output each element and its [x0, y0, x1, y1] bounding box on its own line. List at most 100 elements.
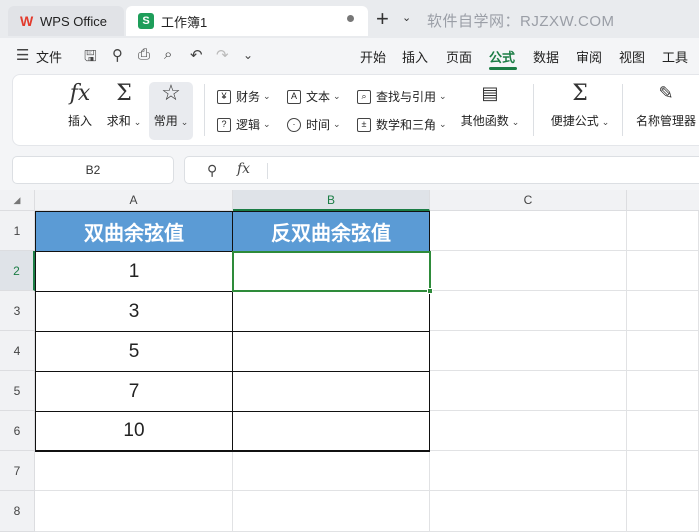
- cell-c7[interactable]: [430, 451, 627, 491]
- zoom-icon[interactable]: ⚲: [207, 162, 217, 179]
- row-header-5[interactable]: 5: [0, 371, 35, 411]
- quick-access-chevron-icon[interactable]: ⌄: [243, 48, 253, 62]
- insert-function-button[interactable]: fx 插入: [64, 80, 96, 129]
- cell-d3[interactable]: [627, 291, 699, 331]
- cell-b3[interactable]: [232, 291, 430, 332]
- cell-a7[interactable]: [35, 451, 233, 491]
- menu-insert[interactable]: 插入: [402, 47, 428, 66]
- sum-button[interactable]: Σ 求和 ⌄: [104, 80, 144, 129]
- time-button[interactable]: · 时间 ⌄: [287, 116, 341, 133]
- cell-d7[interactable]: [627, 451, 699, 491]
- ribbon-divider: [622, 84, 623, 136]
- menu-bar: ☰ 文件 🖫 ⚲ ⎙ ⌕ ↶ ↷ ⌄ 开始 插入 页面 公式 数据 审阅 视图 …: [0, 38, 699, 72]
- wps-logo-icon: W: [20, 13, 34, 29]
- row-header-3[interactable]: 3: [0, 291, 35, 331]
- cell-c1[interactable]: [430, 211, 627, 251]
- select-all-corner[interactable]: ◢: [0, 190, 35, 211]
- name-box[interactable]: B2: [12, 156, 174, 184]
- chevron-down-icon: ⌄: [511, 117, 520, 127]
- new-tab-plus-icon[interactable]: +: [376, 8, 389, 30]
- cell-c2[interactable]: [430, 251, 627, 291]
- cell-c4[interactable]: [430, 331, 627, 371]
- unsaved-dot-icon[interactable]: [347, 15, 354, 22]
- row-header-2[interactable]: 2: [0, 251, 35, 291]
- hamburger-menu-icon[interactable]: ☰: [16, 46, 29, 64]
- cell-a1-header[interactable]: 双曲余弦值: [35, 211, 233, 252]
- cell-d6[interactable]: [627, 411, 699, 451]
- fill-handle[interactable]: [427, 288, 433, 294]
- finance-button[interactable]: ¥ 财务 ⌄: [217, 88, 271, 105]
- undo-icon[interactable]: ↶: [190, 46, 203, 64]
- print-preview-icon[interactable]: ⌕: [164, 46, 172, 63]
- fx-icon: fx: [69, 81, 91, 106]
- row-header-8[interactable]: 8: [0, 491, 35, 532]
- cell-selection-b2[interactable]: [232, 251, 431, 292]
- menu-view[interactable]: 视图: [619, 47, 645, 66]
- cell-a5[interactable]: 7: [35, 371, 233, 412]
- clock-icon: ·: [287, 117, 301, 132]
- column-header-c[interactable]: C: [430, 190, 627, 211]
- common-functions-button[interactable]: ☆ 常用 ⌄: [151, 80, 191, 129]
- cell-c6[interactable]: [430, 411, 627, 451]
- column-header-b[interactable]: B: [233, 190, 430, 211]
- menu-page[interactable]: 页面: [446, 47, 472, 66]
- formula-input[interactable]: ⚲ fx: [184, 156, 699, 184]
- cell-a8[interactable]: [35, 491, 233, 532]
- math-button[interactable]: ± 数学和三角 ⌄: [357, 116, 447, 133]
- other-functions-button[interactable]: ▤ 其他函数 ⌄: [458, 80, 522, 129]
- cell-d4[interactable]: [627, 331, 699, 371]
- cell-b5[interactable]: [232, 371, 430, 412]
- brush-icon[interactable]: ⚲: [112, 46, 123, 64]
- menu-file[interactable]: 文件: [36, 47, 62, 66]
- name-manager-icon: ✎: [658, 83, 674, 104]
- redo-icon[interactable]: ↷: [216, 46, 229, 64]
- tab-workbook[interactable]: S 工作簿1: [126, 6, 368, 36]
- cell-b6[interactable]: [232, 411, 430, 452]
- row-header-6[interactable]: 6: [0, 411, 35, 451]
- tab-workbook-label: 工作簿1: [161, 14, 208, 30]
- menu-start[interactable]: 开始: [360, 47, 386, 66]
- cell-a2[interactable]: 1: [35, 251, 233, 292]
- logic-button[interactable]: ? 逻辑 ⌄: [217, 116, 271, 133]
- row-header-1[interactable]: 1: [0, 211, 35, 251]
- text-icon: A: [287, 89, 301, 104]
- cell-d1[interactable]: [627, 211, 699, 251]
- row-header-7[interactable]: 7: [0, 451, 35, 491]
- cell-d2[interactable]: [627, 251, 699, 291]
- print-icon[interactable]: ⎙: [138, 46, 150, 63]
- row-header-4[interactable]: 4: [0, 331, 35, 371]
- cell-a3[interactable]: 3: [35, 291, 233, 332]
- time-label: 时间: [306, 118, 331, 132]
- quick-formula-button[interactable]: Σ 便捷公式 ⌄: [548, 80, 612, 129]
- column-header-a[interactable]: A: [35, 190, 233, 211]
- common-label: 常用: [153, 114, 178, 128]
- menu-tools[interactable]: 工具: [662, 47, 688, 66]
- cell-d8[interactable]: [627, 491, 699, 532]
- cell-a6[interactable]: 10: [35, 411, 233, 452]
- cell-a4[interactable]: 5: [35, 331, 233, 372]
- tab-wps-home[interactable]: W WPS Office: [8, 6, 124, 36]
- formula-bar: B2 ⚲ fx: [0, 150, 699, 190]
- math-icon: ±: [357, 117, 371, 132]
- cell-c3[interactable]: [430, 291, 627, 331]
- cell-b1-header[interactable]: 反双曲余弦值: [232, 211, 430, 252]
- menu-review[interactable]: 审阅: [576, 47, 602, 66]
- column-header-d[interactable]: [627, 190, 699, 211]
- text-button[interactable]: A 文本 ⌄: [287, 88, 341, 105]
- new-tab-chevron-icon[interactable]: ⌄: [402, 11, 411, 24]
- formula-divider: [267, 163, 268, 179]
- cell-c5[interactable]: [430, 371, 627, 411]
- save-icon[interactable]: 🖫: [84, 46, 97, 71]
- insert-fx-icon[interactable]: fx: [237, 161, 250, 177]
- menu-formula[interactable]: 公式: [489, 47, 515, 66]
- cell-c8[interactable]: [430, 491, 627, 532]
- other-functions-label: 其他函数: [460, 114, 509, 128]
- chevron-down-icon: ⌄: [333, 119, 341, 129]
- lookup-button[interactable]: ⌕ 查找与引用 ⌄: [357, 88, 447, 105]
- cell-b4[interactable]: [232, 331, 430, 372]
- cell-d5[interactable]: [627, 371, 699, 411]
- name-manager-button[interactable]: ✎ 名称管理器: [634, 80, 698, 129]
- cell-b7[interactable]: [233, 451, 430, 491]
- menu-data[interactable]: 数据: [533, 47, 559, 66]
- cell-b8[interactable]: [233, 491, 430, 532]
